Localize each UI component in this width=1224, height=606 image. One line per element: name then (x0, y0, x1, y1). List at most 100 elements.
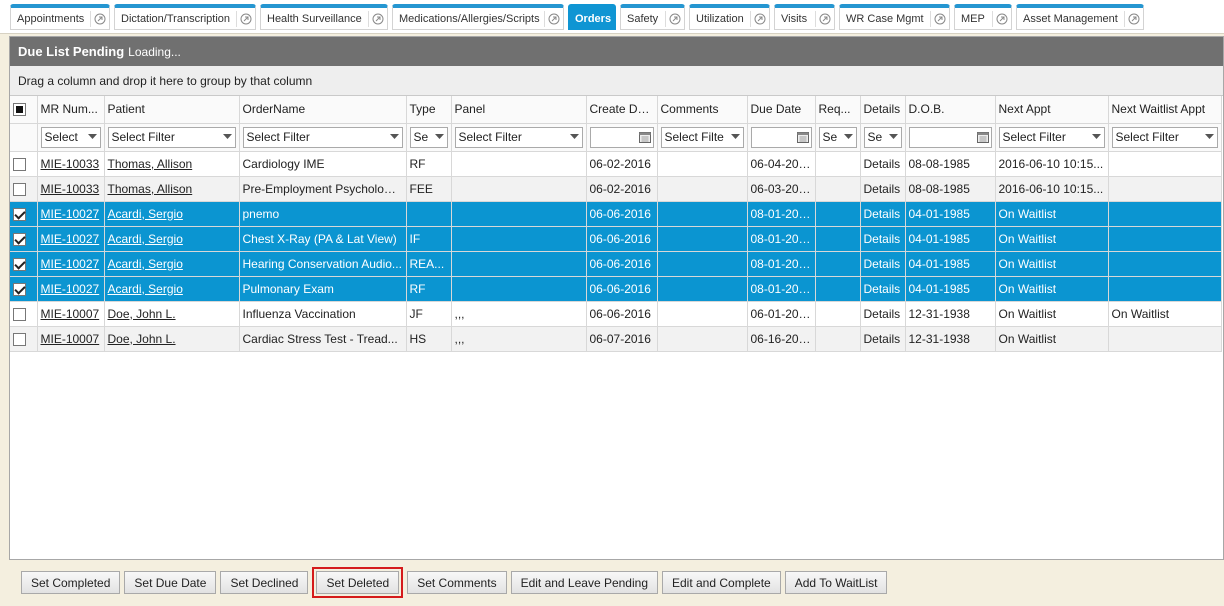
details-cell[interactable]: Details (860, 301, 906, 327)
popout-icon[interactable] (236, 10, 252, 27)
table-row[interactable]: MIE-10027 Acardi, Sergio pnemo 06-06-2016 08… (10, 201, 1222, 227)
row-select-cell[interactable] (10, 201, 38, 227)
mr-num-filter[interactable]: Select (40, 126, 101, 148)
row-select-cell[interactable] (10, 276, 38, 302)
row-select-cell[interactable] (10, 176, 38, 202)
mr-num-link[interactable]: MIE-10033 (41, 182, 100, 196)
type-filter[interactable]: Se (409, 126, 448, 148)
popout-icon[interactable] (665, 10, 681, 27)
table-row[interactable]: MIE-10027 Acardi, Sergio Pulmonary Exam RF 0… (10, 276, 1222, 302)
patient-link[interactable]: Doe, John L. (108, 332, 176, 346)
column-header-comments[interactable]: Comments (657, 96, 748, 124)
order-name-filter[interactable]: Select Filter (242, 126, 403, 148)
mr-num-link[interactable]: MIE-10033 (41, 157, 100, 171)
req-filter[interactable]: Se (818, 126, 857, 148)
tab-orders[interactable]: Orders (568, 4, 616, 30)
patient-link[interactable]: Acardi, Sergio (108, 232, 183, 246)
tab-utilization[interactable]: Utilization (689, 4, 770, 30)
mr-num-link[interactable]: MIE-10027 (41, 207, 100, 221)
row-select-cell[interactable] (10, 301, 38, 327)
table-row[interactable]: MIE-10007 Doe, John L. Influenza Vaccinati… (10, 301, 1222, 327)
details-cell[interactable]: Details (860, 151, 906, 177)
details-cell[interactable]: Details (860, 176, 906, 202)
dob-filter[interactable] (908, 126, 992, 148)
popout-icon[interactable] (930, 10, 946, 27)
set-due-date-button[interactable]: Set Due Date (124, 571, 217, 594)
column-header-due-date[interactable]: Due Date (747, 96, 816, 124)
tab-visits[interactable]: Visits (774, 4, 835, 30)
patient-link[interactable]: Thomas, Allison (108, 157, 193, 171)
details-cell[interactable]: Details (860, 326, 906, 352)
patient-link[interactable]: Doe, John L. (108, 307, 176, 321)
mr-num-link[interactable]: MIE-10027 (41, 232, 100, 246)
comments-filter[interactable]: Select Filte (660, 126, 744, 148)
column-header-patient[interactable]: Patient (104, 96, 240, 124)
row-checkbox[interactable] (13, 257, 26, 271)
group-by-drop-zone[interactable]: Drag a column and drop it here to group … (10, 66, 1223, 96)
patient-link[interactable]: Acardi, Sergio (108, 207, 183, 221)
column-header-mr-num[interactable]: MR Num... (37, 96, 105, 124)
table-row[interactable]: MIE-10027 Acardi, Sergio Hearing Conservat… (10, 251, 1222, 277)
column-header-dob[interactable]: D.O.B. (905, 96, 996, 124)
mr-num-link[interactable]: MIE-10027 (41, 257, 100, 271)
next-waitlist-appt-filter[interactable]: Select Filter (1111, 126, 1218, 148)
patient-link[interactable]: Acardi, Sergio (108, 282, 183, 296)
row-checkbox[interactable] (13, 182, 26, 196)
table-row[interactable]: MIE-10033 Thomas, Allison Pre-Employment P… (10, 176, 1222, 202)
add-to-waitlist-button[interactable]: Add To WaitList (784, 571, 888, 594)
details-filter[interactable]: Se (863, 126, 902, 148)
popout-icon[interactable] (750, 10, 766, 27)
mr-num-link[interactable]: MIE-10007 (41, 332, 100, 346)
column-header-req[interactable]: Req... (815, 96, 861, 124)
popout-icon[interactable] (992, 10, 1008, 27)
set-deleted-button[interactable]: Set Deleted (312, 567, 404, 598)
calendar-icon[interactable] (976, 131, 989, 143)
tab-asset-management[interactable]: Asset Management (1016, 4, 1144, 30)
patient-link[interactable]: Thomas, Allison (108, 182, 193, 196)
panel-filter[interactable]: Select Filter (454, 126, 583, 148)
row-checkbox[interactable] (13, 232, 26, 246)
popout-icon[interactable] (815, 10, 831, 27)
tab-health-surveillance[interactable]: Health Surveillance (260, 4, 388, 30)
column-header-panel[interactable]: Panel (451, 96, 587, 124)
edit-and-leave-pending-button[interactable]: Edit and Leave Pending (510, 571, 658, 594)
tab-wr-case-mgmt[interactable]: WR Case Mgmt (839, 4, 950, 30)
row-select-cell[interactable] (10, 326, 38, 352)
calendar-icon[interactable] (638, 131, 651, 143)
table-row[interactable]: MIE-10033 Thomas, Allison Cardiology IME RF… (10, 151, 1222, 177)
row-checkbox[interactable] (13, 282, 26, 296)
details-cell[interactable]: Details (860, 276, 906, 302)
tab-dictation-transcription[interactable]: Dictation/Transcription (114, 4, 256, 30)
next-appt-filter[interactable]: Select Filter (998, 126, 1105, 148)
row-checkbox[interactable] (13, 157, 26, 171)
patient-link[interactable]: Acardi, Sergio (108, 257, 183, 271)
mr-num-link[interactable]: MIE-10027 (41, 282, 100, 296)
table-row[interactable]: MIE-10007 Doe, John L. Cardiac Stress Test… (10, 326, 1222, 352)
select-all-cell[interactable] (10, 96, 38, 124)
column-header-order-name[interactable]: OrderName (239, 96, 407, 124)
row-checkbox[interactable] (13, 207, 26, 221)
details-cell[interactable]: Details (860, 201, 906, 227)
popout-icon[interactable] (1124, 10, 1140, 27)
patient-filter[interactable]: Select Filter (107, 126, 236, 148)
popout-icon[interactable] (90, 10, 106, 27)
column-header-details[interactable]: Details (860, 96, 906, 124)
column-header-create-date[interactable]: Create Date (586, 96, 658, 124)
calendar-icon[interactable] (796, 131, 809, 143)
row-checkbox[interactable] (13, 307, 26, 321)
row-select-cell[interactable] (10, 151, 38, 177)
tab-safety[interactable]: Safety (620, 4, 685, 30)
details-cell[interactable]: Details (860, 251, 906, 277)
details-cell[interactable]: Details (860, 226, 906, 252)
tab-mep[interactable]: MEP (954, 4, 1012, 30)
edit-and-complete-button[interactable]: Edit and Complete (662, 571, 781, 594)
column-header-type[interactable]: Type (406, 96, 452, 124)
create-date-filter[interactable] (589, 126, 654, 148)
row-checkbox[interactable] (13, 332, 26, 346)
select-all-checkbox[interactable] (13, 103, 26, 117)
set-completed-button[interactable]: Set Completed (21, 571, 121, 594)
mr-num-link[interactable]: MIE-10007 (41, 307, 100, 321)
set-declined-button[interactable]: Set Declined (220, 571, 309, 594)
popout-icon[interactable] (368, 10, 384, 27)
column-header-next-waitlist-appt[interactable]: Next Waitlist Appt (1108, 96, 1222, 124)
